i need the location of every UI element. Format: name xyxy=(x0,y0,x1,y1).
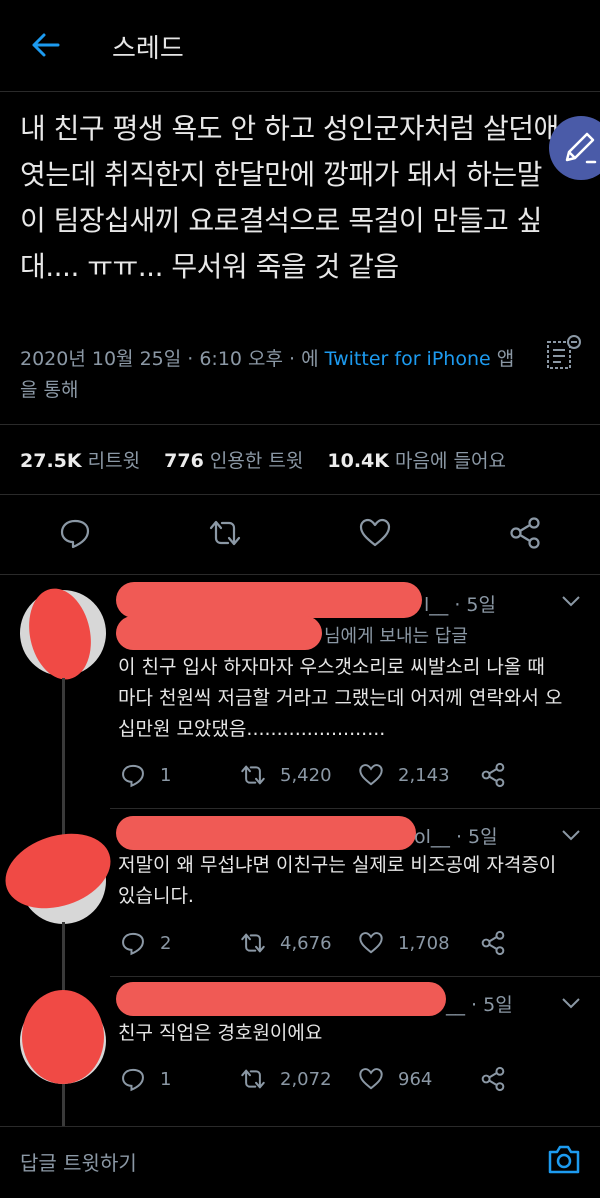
retweet-button[interactable]: 4,676 xyxy=(240,930,332,956)
like-button[interactable]: 1,708 xyxy=(358,930,450,956)
share-button[interactable] xyxy=(480,1066,520,1092)
share-icon xyxy=(481,930,505,956)
reply-button[interactable]: 1 xyxy=(120,762,171,788)
camera-icon xyxy=(548,1145,580,1174)
reply-input[interactable]: 답글 트윗하기 xyxy=(20,1147,137,1176)
chevron-down-icon[interactable] xyxy=(560,828,582,842)
retweets-stat[interactable]: 27.5K 리트윗 xyxy=(20,450,140,472)
redacted-username xyxy=(116,982,446,1016)
redacted-avatar-mark xyxy=(0,821,121,921)
chevron-down-icon[interactable] xyxy=(560,996,582,1010)
replying-to-line[interactable]: 님에게 보내는 답글 xyxy=(324,622,468,648)
camera-button[interactable] xyxy=(546,1141,582,1177)
chevron-down-icon[interactable] xyxy=(560,594,582,608)
retweet-button[interactable] xyxy=(208,516,242,550)
share-button[interactable] xyxy=(508,516,542,550)
like-button[interactable] xyxy=(358,516,392,550)
speech-bubble-icon xyxy=(60,519,90,549)
tweet-stats: 27.5K 리트윗 776 인용한 트윗 10.4K 마음에 들어요 xyxy=(20,446,506,473)
tweet-text: 내 친구 평생 욕도 안 하고 성인군자처럼 살던애엿는데 취직한지 한달만에 … xyxy=(20,112,559,283)
pen-icon xyxy=(565,132,597,164)
share-button[interactable] xyxy=(480,762,520,788)
reply-handle-time: __ · 5일 xyxy=(446,994,513,1016)
reply-text: 친구 직업은 경호원이에요 xyxy=(118,1022,323,1044)
divider xyxy=(0,424,600,425)
share-icon xyxy=(481,762,505,788)
reply-handle-time: l__ · 5일 xyxy=(424,594,496,616)
divider xyxy=(0,494,600,495)
reply-composer[interactable]: 답글 트윗하기 xyxy=(0,1126,600,1198)
reply-count: 1 xyxy=(160,764,172,786)
thread-line xyxy=(62,678,65,808)
like-button[interactable]: 964 xyxy=(358,1066,432,1092)
retweet-count: 2,072 xyxy=(280,1068,332,1090)
reply-button[interactable]: 2 xyxy=(120,930,171,956)
likes-stat[interactable]: 10.4K 마음에 들어요 xyxy=(327,450,506,472)
compose-tweet-button[interactable] xyxy=(549,116,600,180)
redacted-avatar-mark xyxy=(22,990,104,1084)
like-count: 1,708 xyxy=(398,932,450,954)
share-icon xyxy=(510,517,540,549)
retweet-icon xyxy=(209,520,241,546)
page-title: 스레드 xyxy=(112,34,184,64)
reply-text: 저말이 왜 무섭냐면 이친구는 실제로 비즈공예 자격증이 있습니다. xyxy=(118,854,557,907)
redacted-username xyxy=(116,616,322,650)
heart-icon xyxy=(359,932,383,954)
reply-item[interactable]: ol__ · 5일 저말이 왜 무섭냐면 이친구는 실제로 비즈공예 자격증이 … xyxy=(0,808,600,976)
reply-item[interactable]: __ · 5일 친구 직업은 경호원이에요 1 2,072 964 xyxy=(0,976,600,1126)
retweet-count: 4,676 xyxy=(280,932,332,954)
view-analytics-button[interactable] xyxy=(544,334,584,374)
thread-line xyxy=(62,1084,65,1126)
retweet-icon xyxy=(241,1069,265,1089)
quotes-stat[interactable]: 776 인용한 트윗 xyxy=(164,450,303,472)
reply-count: 2 xyxy=(160,932,172,954)
reply-text: 이 친구 입사 하자마자 우스갯소리로 씨발소리 나올 때 마다 천원씩 저금할… xyxy=(118,656,563,740)
share-icon xyxy=(481,1066,505,1092)
thread-header: 스레드 xyxy=(0,0,600,92)
reply-button[interactable] xyxy=(58,516,92,550)
speech-bubble-icon xyxy=(122,1068,144,1092)
retweet-button[interactable]: 5,420 xyxy=(240,762,332,788)
thread-line xyxy=(62,922,65,976)
reply-count: 1 xyxy=(160,1068,172,1090)
retweet-icon xyxy=(241,933,265,953)
arrow-left-icon xyxy=(32,33,60,57)
speech-bubble-icon xyxy=(122,932,144,956)
heart-icon xyxy=(359,1068,383,1090)
reply-handle-time: ol__ · 5일 xyxy=(414,826,498,848)
heart-icon xyxy=(359,764,383,786)
tweet-timestamp: 2020년 10월 25일 · 6:10 오후 · 에 xyxy=(20,348,325,370)
source-app-link[interactable]: Twitter for iPhone xyxy=(325,348,491,370)
like-button[interactable]: 2,143 xyxy=(358,762,450,788)
reply-button[interactable]: 1 xyxy=(120,1066,171,1092)
share-button[interactable] xyxy=(480,930,520,956)
reply-item[interactable]: l__ · 5일 님에게 보내는 답글 이 친구 입사 하자마자 우스갯소리로 … xyxy=(0,574,600,808)
retweet-button[interactable]: 2,072 xyxy=(240,1066,332,1092)
retweet-count: 5,420 xyxy=(280,764,332,786)
redacted-username xyxy=(116,582,422,618)
speech-bubble-icon xyxy=(122,764,144,788)
redacted-username xyxy=(116,816,416,850)
analytics-icon xyxy=(547,335,581,369)
retweet-icon xyxy=(241,765,265,785)
like-count: 964 xyxy=(398,1068,433,1090)
heart-icon xyxy=(359,518,391,547)
tweet-meta: 2020년 10월 25일 · 6:10 오후 · 에 Twitter for … xyxy=(20,344,520,406)
like-count: 2,143 xyxy=(398,764,450,786)
back-button[interactable] xyxy=(28,30,62,60)
